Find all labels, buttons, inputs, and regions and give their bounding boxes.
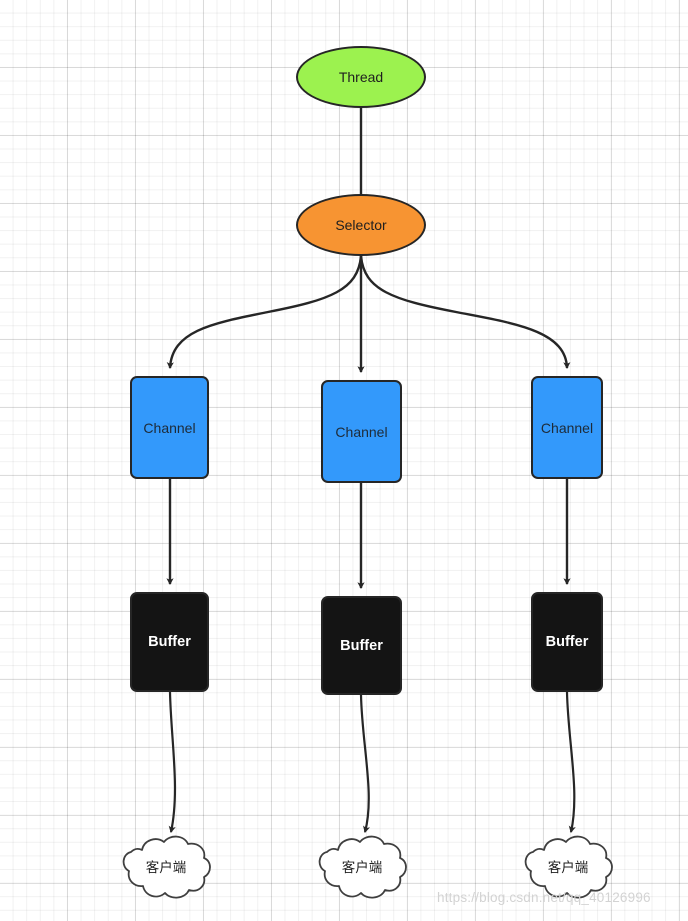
node-client-3-label: 客户端 [547, 860, 589, 876]
node-buffer-3[interactable]: Buffer [531, 592, 603, 692]
node-buffer-2[interactable]: Buffer [321, 596, 402, 695]
node-buffer-2-label: Buffer [340, 637, 383, 654]
node-client-1[interactable]: 客户端 [118, 830, 214, 902]
diagram-canvas: Thread Selector Channel Channel Channel … [0, 0, 688, 921]
node-thread-label: Thread [338, 69, 384, 85]
node-buffer-1-label: Buffer [148, 634, 191, 650]
node-buffer-3-label: Buffer [545, 634, 589, 650]
watermark: https://blog.csdn.net/qq_40126996 [437, 890, 651, 905]
node-selector[interactable]: Selector [296, 194, 426, 256]
node-client-2[interactable]: 客户端 [314, 830, 410, 902]
edge-buffer-3-to-client-3 [565, 691, 576, 833]
node-client-1-label: 客户端 [145, 860, 187, 876]
node-channel-3[interactable]: Channel [531, 376, 603, 479]
node-channel-2[interactable]: Channel [321, 380, 402, 483]
node-buffer-1[interactable]: Buffer [130, 592, 209, 692]
node-thread[interactable]: Thread [296, 46, 426, 108]
edge-buffer-2-to-client-2 [359, 694, 370, 833]
node-channel-3-label: Channel [540, 419, 594, 436]
node-channel-1-label: Channel [143, 419, 196, 436]
node-channel-2-label: Channel [335, 423, 388, 440]
node-client-2-label: 客户端 [341, 860, 383, 876]
edge-selector-to-channel-3 [359, 255, 571, 369]
edge-buffer-1-to-client-1 [168, 691, 177, 833]
edge-selector-to-channel-1 [166, 255, 363, 369]
node-channel-1[interactable]: Channel [130, 376, 209, 479]
node-selector-label: Selector [335, 217, 387, 233]
